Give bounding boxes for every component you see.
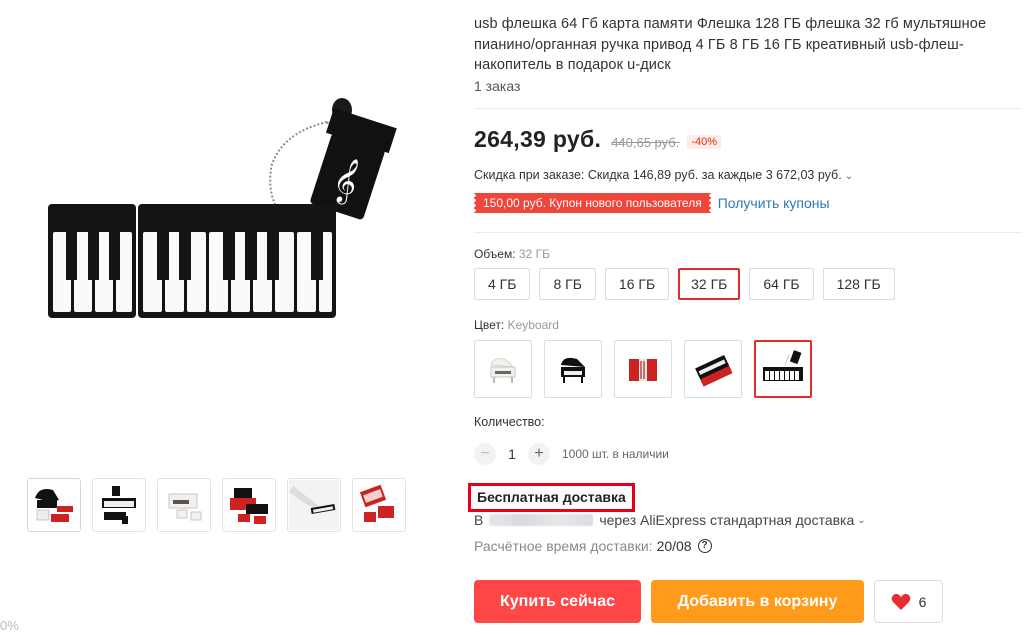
product-gallery: 𝄞 0%	[0, 0, 460, 635]
white-piano-thumb-icon	[168, 493, 202, 521]
color-option-red-accordion[interactable]	[614, 340, 672, 398]
red-accordion-thumb-icon	[230, 488, 268, 524]
color-label-text: Цвет:	[474, 318, 505, 332]
main-product-image[interactable]: 𝄞	[44, 92, 444, 332]
eta-label: Расчётное время доставки:	[474, 538, 653, 554]
discount-badge: -40%	[687, 135, 722, 149]
black-keyboard-icon	[763, 350, 803, 381]
volume-option[interactable]: 4 ГБ	[474, 268, 531, 300]
white-piano-icon	[490, 358, 516, 383]
red-accordion-thumb-2-icon	[359, 484, 394, 522]
thumbnail-4[interactable]	[222, 478, 276, 532]
thumbnail-6[interactable]	[352, 478, 406, 532]
quantity-minus-button[interactable]: −	[474, 443, 496, 465]
quantity-stepper: − 1 + 1000 шт. в наличии	[474, 443, 669, 465]
piano-usb-drive-illustration: 𝄞	[48, 98, 397, 318]
chevron-down-icon: ⌄	[857, 514, 866, 526]
keyboard-laptop-thumb-icon	[289, 480, 339, 530]
volume-option[interactable]: 16 ГБ	[604, 268, 670, 300]
product-title: usb флешка 64 Гб карта памяти Флешка 128…	[474, 16, 987, 73]
volume-options: 4 ГБ 8 ГБ 16 ГБ 32 ГБ 64 ГБ 128 ГБ	[474, 268, 895, 300]
buy-now-button[interactable]: Купить сейчас	[474, 580, 641, 623]
quantity-label: Количество:	[474, 415, 545, 429]
black-keyboard-thumb-icon	[102, 486, 136, 524]
orders-count: 1 заказ	[474, 78, 521, 94]
wishlist-button[interactable]: 6	[874, 580, 943, 623]
heart-icon	[891, 593, 910, 610]
volume-option[interactable]: 32 ГБ	[678, 268, 741, 300]
current-price: 264,39 руб.	[474, 126, 602, 152]
help-question-icon[interactable]: ?	[697, 539, 712, 553]
color-option-red-keyboard[interactable]	[684, 340, 742, 398]
thumbnail-5[interactable]	[287, 478, 341, 532]
eta-date: 20/08	[656, 538, 692, 554]
add-to-cart-button[interactable]: Добавить в корзину	[651, 580, 864, 623]
delivery-estimate: Расчётное время доставки: 20/08 ?	[474, 538, 712, 554]
order-discount-text: Скидка при заказе: Скидка 146,89 руб. за…	[474, 168, 842, 182]
order-discount[interactable]: Скидка при заказе: Скидка 146,89 руб. за…	[474, 168, 853, 182]
volume-label: Объем: 32 ГБ	[474, 247, 550, 261]
color-label: Цвет: Keyboard	[474, 318, 559, 332]
thumbnail-1[interactable]	[27, 478, 81, 532]
shipping-to-text: В	[474, 512, 484, 528]
volume-selected-value: 32 ГБ	[518, 247, 550, 261]
black-piano-icon	[561, 357, 585, 383]
stock-availability: 1000 шт. в наличии	[562, 447, 669, 461]
wishlist-count: 6	[918, 593, 927, 610]
thumbnail-strip	[27, 478, 406, 532]
redacted-location	[489, 514, 594, 526]
free-shipping-highlight: Бесплатная доставка	[468, 483, 635, 512]
volume-option[interactable]: 64 ГБ	[749, 268, 814, 300]
coupon-row: 150,00 руб. Купон нового пользователя По…	[474, 193, 830, 213]
color-selected-value: Keyboard	[507, 318, 559, 332]
new-user-coupon[interactable]: 150,00 руб. Купон нового пользователя	[474, 193, 711, 213]
volume-option[interactable]: 128 ГБ	[822, 268, 895, 300]
volume-option[interactable]: 8 ГБ	[539, 268, 596, 300]
divider	[474, 232, 1022, 233]
action-buttons: Купить сейчас Добавить в корзину 6	[474, 580, 943, 623]
shipping-destination[interactable]: В через AliExpress стандартная доставка …	[474, 512, 866, 528]
price-row: 264,39 руб. 440,65 руб. -40%	[474, 126, 722, 153]
get-coupons-link[interactable]: Получить купоны	[718, 195, 830, 211]
color-options	[474, 340, 812, 398]
volume-label-text: Объем:	[474, 247, 516, 261]
corner-fragment: 0%	[0, 618, 19, 633]
old-price: 440,65 руб.	[611, 135, 680, 150]
color-option-black-piano[interactable]	[544, 340, 602, 398]
red-keyboard-icon	[695, 354, 733, 387]
red-accordion-icon	[629, 359, 657, 381]
color-option-white-piano[interactable]	[474, 340, 532, 398]
quantity-plus-button[interactable]: +	[528, 443, 550, 465]
color-option-keyboard[interactable]	[754, 340, 812, 398]
grand-piano-thumb-icon	[35, 489, 73, 522]
shipping-method: через AliExpress стандартная доставка	[599, 512, 855, 528]
chevron-down-icon: ⌄	[844, 171, 854, 182]
divider	[474, 108, 1022, 109]
thumbnail-2[interactable]	[92, 478, 146, 532]
thumbnail-3[interactable]	[157, 478, 211, 532]
quantity-input[interactable]: 1	[496, 446, 528, 462]
